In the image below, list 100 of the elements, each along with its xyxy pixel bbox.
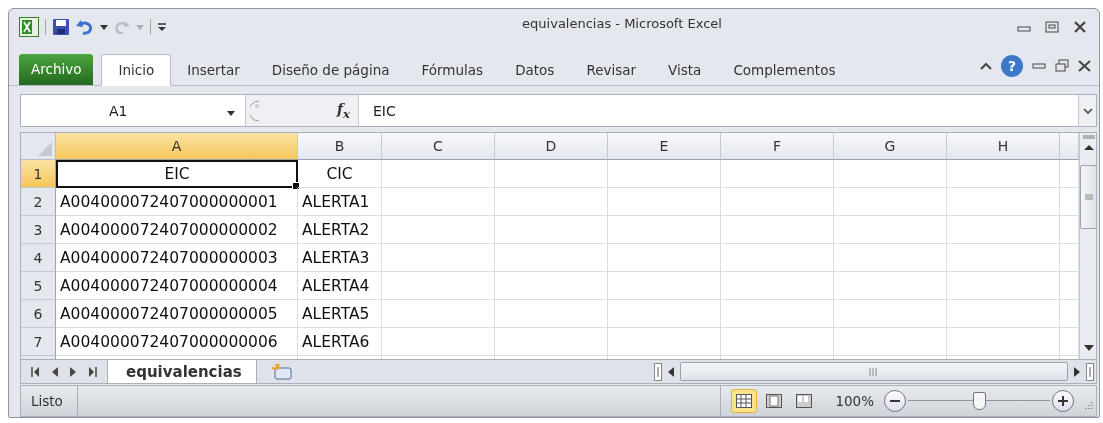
table-cell[interactable] bbox=[608, 328, 721, 357]
ribbon-tab[interactable]: Datos bbox=[499, 53, 571, 86]
table-cell[interactable] bbox=[382, 272, 495, 301]
table-cell[interactable] bbox=[947, 328, 1060, 357]
last-sheet-icon[interactable] bbox=[88, 366, 97, 377]
table-cell[interactable] bbox=[382, 244, 495, 273]
sheet-tab[interactable]: equivalencias bbox=[108, 359, 257, 384]
table-cell[interactable] bbox=[834, 160, 947, 189]
zoom-in-button[interactable] bbox=[1052, 390, 1074, 413]
table-cell[interactable] bbox=[947, 300, 1060, 329]
scroll-down-icon[interactable] bbox=[1083, 344, 1094, 351]
table-cell[interactable] bbox=[947, 244, 1060, 273]
ribbon-tab[interactable]: Inicio bbox=[101, 53, 172, 86]
table-cell[interactable] bbox=[721, 300, 834, 329]
split-handle-icon[interactable] bbox=[1086, 362, 1094, 381]
table-cell[interactable] bbox=[608, 160, 721, 189]
table-cell[interactable]: ALERTA6 bbox=[298, 328, 382, 357]
ribbon-tab[interactable]: Complementos bbox=[717, 53, 852, 86]
active-cell[interactable]: EIC bbox=[56, 160, 298, 189]
next-sheet-icon[interactable] bbox=[70, 366, 76, 377]
table-cell[interactable] bbox=[721, 160, 834, 189]
customize-icon[interactable] bbox=[157, 22, 167, 32]
table-cell[interactable] bbox=[382, 188, 495, 217]
column-header[interactable]: B bbox=[298, 133, 382, 161]
vertical-scrollbar[interactable] bbox=[1079, 133, 1096, 359]
table-cell[interactable]: ALERTA5 bbox=[298, 300, 382, 329]
column-header[interactable]: A bbox=[56, 133, 298, 161]
row-header[interactable]: 7 bbox=[21, 328, 56, 357]
horizontal-scrollbar[interactable] bbox=[680, 362, 1068, 382]
file-tab[interactable]: Archivo bbox=[19, 53, 94, 85]
table-cell[interactable] bbox=[382, 300, 495, 329]
help-button[interactable]: ? bbox=[1001, 54, 1023, 77]
slider-thumb[interactable] bbox=[973, 392, 986, 411]
ribbon-tab[interactable]: Diseño de página bbox=[255, 53, 406, 86]
first-sheet-icon[interactable] bbox=[31, 366, 40, 377]
minimize-icon[interactable] bbox=[1032, 62, 1046, 69]
ribbon-tab[interactable]: Vista bbox=[652, 53, 718, 86]
table-cell[interactable]: A004000072407000000006 bbox=[56, 328, 298, 357]
close-icon[interactable] bbox=[1078, 59, 1091, 72]
table-cell[interactable] bbox=[947, 160, 1060, 189]
collapse-ribbon-icon[interactable] bbox=[980, 61, 992, 71]
close-button[interactable] bbox=[1073, 21, 1087, 34]
table-cell[interactable] bbox=[495, 216, 608, 245]
table-cell[interactable] bbox=[834, 300, 947, 329]
table-cell[interactable] bbox=[947, 272, 1060, 301]
row-header[interactable]: 5 bbox=[21, 272, 56, 301]
scroll-right-icon[interactable] bbox=[1074, 366, 1080, 377]
ribbon-tab[interactable]: Insertar bbox=[171, 53, 256, 86]
table-cell[interactable] bbox=[608, 272, 721, 301]
table-cell[interactable]: ALERTA3 bbox=[298, 244, 382, 273]
table-cell[interactable] bbox=[947, 188, 1060, 217]
table-cell[interactable]: ALERTA2 bbox=[298, 216, 382, 245]
table-cell[interactable] bbox=[495, 300, 608, 329]
column-header[interactable]: G bbox=[834, 133, 947, 161]
table-cell[interactable] bbox=[608, 244, 721, 273]
table-cell[interactable]: CIC bbox=[298, 160, 382, 189]
view-button[interactable] bbox=[731, 389, 758, 414]
split-handle-icon[interactable] bbox=[654, 362, 662, 381]
redo-icon[interactable] bbox=[114, 20, 130, 35]
table-cell[interactable] bbox=[495, 244, 608, 273]
row-header[interactable]: 4 bbox=[21, 244, 56, 273]
fill-handle[interactable] bbox=[292, 182, 300, 191]
save-icon[interactable] bbox=[52, 18, 70, 37]
table-cell[interactable]: A004000072407000000003 bbox=[56, 244, 298, 273]
expand-button[interactable] bbox=[1078, 94, 1096, 127]
table-cell[interactable] bbox=[834, 244, 947, 273]
table-cell[interactable] bbox=[382, 328, 495, 357]
table-cell[interactable] bbox=[382, 160, 495, 189]
column-header[interactable]: D bbox=[495, 133, 608, 161]
table-cell[interactable] bbox=[608, 188, 721, 217]
row-header[interactable]: 6 bbox=[21, 300, 56, 329]
table-cell[interactable] bbox=[834, 328, 947, 357]
table-cell[interactable] bbox=[608, 216, 721, 245]
table-cell[interactable]: A004000072407000000001 bbox=[56, 188, 298, 217]
previous-sheet-icon[interactable] bbox=[52, 366, 58, 377]
zoom-out-button[interactable] bbox=[884, 390, 906, 413]
formula-field[interactable]: EIC bbox=[359, 102, 1078, 119]
maximize-button[interactable] bbox=[1045, 21, 1059, 34]
table-cell[interactable] bbox=[608, 300, 721, 329]
table-cell[interactable]: A004000072407000000004 bbox=[56, 272, 298, 301]
column-header[interactable]: F bbox=[721, 133, 834, 161]
ribbon-tab[interactable]: Revisar bbox=[570, 53, 653, 86]
table-cell[interactable]: ALERTA4 bbox=[298, 272, 382, 301]
table-cell[interactable] bbox=[834, 272, 947, 301]
table-cell[interactable] bbox=[721, 244, 834, 273]
row-header[interactable]: 1 bbox=[21, 160, 56, 189]
scroll-left-icon[interactable] bbox=[668, 366, 674, 377]
row-header[interactable]: 2 bbox=[21, 188, 56, 217]
table-cell[interactable]: A004000072407000000005 bbox=[56, 300, 298, 329]
table-cell[interactable] bbox=[721, 188, 834, 217]
table-cell[interactable]: ALERTA1 bbox=[298, 188, 382, 217]
table-cell[interactable] bbox=[495, 328, 608, 357]
table-cell[interactable] bbox=[947, 216, 1060, 245]
ribbon-tab[interactable]: Fórmulas bbox=[405, 53, 500, 86]
zoom-level[interactable]: 100% bbox=[835, 393, 874, 410]
table-cell[interactable] bbox=[495, 188, 608, 217]
new-sheet-icon[interactable] bbox=[270, 362, 293, 381]
table-cell[interactable] bbox=[721, 216, 834, 245]
row-header[interactable]: 3 bbox=[21, 216, 56, 245]
restore-icon[interactable] bbox=[1055, 59, 1069, 73]
